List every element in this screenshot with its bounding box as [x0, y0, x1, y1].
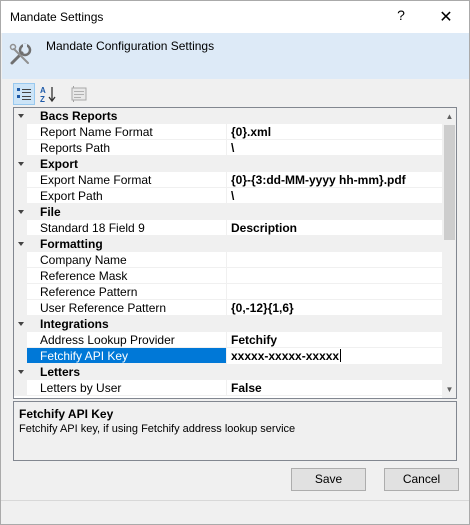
- category-label: Formatting: [40, 237, 103, 251]
- category-row[interactable]: Export: [14, 156, 442, 172]
- window-title: Mandate Settings: [10, 10, 104, 24]
- row-gutter: [14, 380, 27, 396]
- svg-text:Z: Z: [40, 95, 45, 104]
- property-value[interactable]: \: [227, 188, 442, 204]
- save-button[interactable]: Save: [291, 468, 366, 491]
- svg-text:A: A: [40, 86, 46, 95]
- property-pages-button: [68, 83, 90, 105]
- property-name[interactable]: Report Name Format: [27, 124, 227, 140]
- property-name[interactable]: Reports Path: [27, 140, 227, 156]
- property-value[interactable]: [227, 268, 442, 284]
- title-bar: Mandate Settings ? ✕: [1, 1, 469, 33]
- property-name[interactable]: Fetchify API Key: [27, 348, 227, 364]
- category-label: File: [40, 205, 61, 219]
- property-name[interactable]: User Reference Pattern: [27, 300, 227, 316]
- alphabetical-sort-icon: A Z: [40, 86, 56, 104]
- scrollbar-thumb[interactable]: [444, 125, 455, 240]
- row-gutter: [14, 124, 27, 140]
- bottom-divider: [1, 500, 469, 501]
- category-row[interactable]: Formatting: [14, 236, 442, 252]
- category-label: Integrations: [40, 317, 109, 331]
- text-caret: [340, 349, 342, 362]
- property-name[interactable]: Reference Mask: [27, 268, 227, 284]
- category-label: Letters: [40, 365, 81, 379]
- property-value[interactable]: {0}.xml: [227, 124, 442, 140]
- property-grid-toolbar: A Z: [13, 83, 453, 107]
- property-value[interactable]: Fetchify: [227, 332, 442, 348]
- property-name[interactable]: Export Path: [27, 188, 227, 204]
- alphabetical-button[interactable]: A Z: [37, 83, 59, 105]
- property-name[interactable]: Company Name: [27, 252, 227, 268]
- scroll-up-arrow-icon[interactable]: ▲: [442, 108, 456, 125]
- property-value[interactable]: Description: [227, 220, 442, 236]
- help-button[interactable]: ?: [393, 7, 409, 27]
- mandate-settings-dialog: Mandate Settings ? ✕ Mandate Configurati…: [0, 0, 470, 525]
- row-gutter: [14, 220, 27, 236]
- category-row[interactable]: Letters: [14, 364, 442, 380]
- property-row[interactable]: Report Name Format {0}.xml: [14, 124, 442, 140]
- property-value[interactable]: \: [227, 140, 442, 156]
- vertical-scrollbar[interactable]: ▲ ▼: [442, 108, 456, 398]
- categorized-button[interactable]: [13, 83, 35, 105]
- property-name[interactable]: Address Lookup Provider: [27, 332, 227, 348]
- row-gutter: [14, 188, 27, 204]
- property-name[interactable]: Standard 18 Field 9: [27, 220, 227, 236]
- category-row[interactable]: Bacs Reports: [14, 108, 442, 124]
- property-value[interactable]: [227, 252, 442, 268]
- property-row-selected[interactable]: Fetchify API Key xxxxx-xxxxx-xxxxx: [14, 348, 442, 364]
- category-row[interactable]: Integrations: [14, 316, 442, 332]
- property-value-editor[interactable]: xxxxx-xxxxx-xxxxx: [227, 348, 442, 364]
- property-name[interactable]: Letters by User: [27, 380, 227, 396]
- property-row[interactable]: User Reference Pattern {0,-12}{1,6}: [14, 300, 442, 316]
- property-value[interactable]: [227, 284, 442, 300]
- header-text: Mandate Configuration Settings: [46, 39, 215, 53]
- property-row[interactable]: Company Name: [14, 252, 442, 268]
- collapse-chevron-icon[interactable]: [16, 366, 26, 378]
- row-gutter: [14, 268, 27, 284]
- row-gutter: [14, 284, 27, 300]
- header-band: Mandate Configuration Settings: [2, 33, 469, 79]
- property-row[interactable]: Export Name Format {0}-{3:dd-MM-yyyy hh-m…: [14, 172, 442, 188]
- property-value[interactable]: {0}-{3:dd-MM-yyyy hh-mm}.pdf: [227, 172, 442, 188]
- row-gutter: [14, 300, 27, 316]
- description-pane: Fetchify API Key Fetchify API key, if us…: [13, 401, 457, 461]
- description-title: Fetchify API Key: [19, 407, 114, 421]
- property-value-text: xxxxx-xxxxx-xxxxx: [231, 349, 340, 363]
- property-row[interactable]: Reports Path \: [14, 140, 442, 156]
- collapse-chevron-icon[interactable]: [16, 318, 26, 330]
- property-row[interactable]: Address Lookup Provider Fetchify: [14, 332, 442, 348]
- close-button[interactable]: ✕: [437, 7, 455, 27]
- property-name[interactable]: Export Name Format: [27, 172, 227, 188]
- scroll-down-arrow-icon[interactable]: ▼: [442, 381, 456, 398]
- property-pages-icon: [71, 87, 87, 101]
- row-gutter: [14, 332, 27, 348]
- category-label: Bacs Reports: [40, 109, 118, 123]
- property-row[interactable]: Reference Mask: [14, 268, 442, 284]
- property-row[interactable]: Standard 18 Field 9 Description: [14, 220, 442, 236]
- description-text: Fetchify API key, if using Fetchify addr…: [19, 423, 296, 435]
- property-grid[interactable]: Bacs Reports Report Name Format {0}.xml Rep…: [13, 107, 457, 399]
- property-row[interactable]: Reference Pattern: [14, 284, 442, 300]
- collapse-chevron-icon[interactable]: [16, 206, 26, 218]
- collapse-chevron-icon[interactable]: [16, 158, 26, 170]
- wrench-settings-icon: [9, 43, 32, 65]
- row-gutter: [14, 140, 27, 156]
- cancel-button[interactable]: Cancel: [384, 468, 459, 491]
- row-gutter: [14, 172, 27, 188]
- property-value[interactable]: False: [227, 380, 442, 396]
- property-value[interactable]: {0,-12}{1,6}: [227, 300, 442, 316]
- category-row[interactable]: File: [14, 204, 442, 220]
- property-row[interactable]: Export Path \: [14, 188, 442, 204]
- row-gutter: [14, 252, 27, 268]
- property-name[interactable]: Reference Pattern: [27, 284, 227, 300]
- collapse-chevron-icon[interactable]: [16, 110, 26, 122]
- collapse-chevron-icon[interactable]: [16, 238, 26, 250]
- categorized-icon: [17, 88, 31, 100]
- row-gutter: [14, 348, 27, 364]
- category-label: Export: [40, 157, 79, 171]
- property-row[interactable]: Letters by User False: [14, 380, 442, 396]
